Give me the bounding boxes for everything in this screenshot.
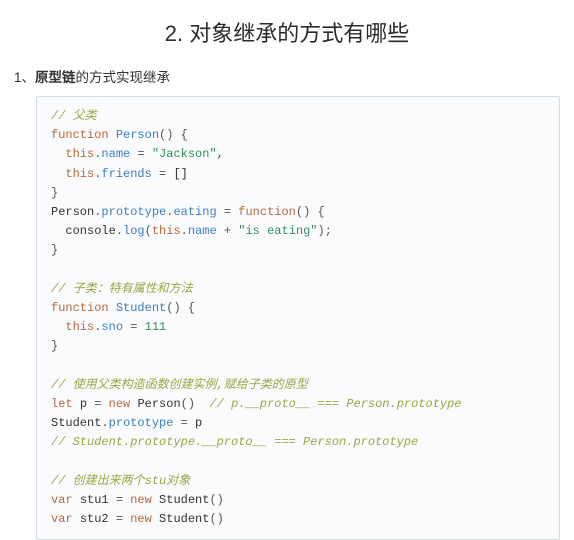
- code-keyword: function: [51, 128, 109, 142]
- code-block: // 父类 function Person() { this.name = "J…: [36, 96, 560, 540]
- section-index: 1、: [14, 70, 35, 85]
- code-punct: ;: [325, 224, 332, 238]
- page: 2. 对象继承的方式有哪些 1、原型链的方式实现继承 // 父类 functio…: [0, 0, 574, 540]
- code-ident: log: [123, 224, 145, 238]
- code-ident: prototype: [109, 416, 174, 430]
- code-keyword: this: [65, 167, 94, 181]
- code-ident: p: [195, 416, 202, 430]
- code-keyword: new: [130, 512, 152, 526]
- code-ident: friends: [101, 167, 151, 181]
- code-ident: Person: [137, 397, 180, 411]
- code-keyword: let: [51, 397, 73, 411]
- code-punct: (: [145, 224, 152, 238]
- code-punct: ): [173, 301, 180, 315]
- code-op: =: [173, 416, 195, 430]
- code-punct: ): [166, 128, 173, 142]
- section-heading: 1、原型链的方式实现继承: [14, 66, 560, 86]
- code-content: // 父类 function Person() { this.name = "J…: [51, 107, 545, 529]
- code-punct: ): [217, 512, 224, 526]
- code-punct: .: [181, 224, 188, 238]
- code-op: +: [217, 224, 239, 238]
- code-ident: Student: [51, 416, 101, 430]
- code-punct: .: [101, 416, 108, 430]
- code-punct: {: [188, 301, 195, 315]
- code-op: =: [123, 320, 145, 334]
- code-keyword: var: [51, 512, 73, 526]
- code-punct: }: [51, 243, 58, 257]
- code-number: 111: [145, 320, 167, 334]
- code-ident: eating: [173, 205, 216, 219]
- code-punct: {: [181, 128, 188, 142]
- code-punct: .: [116, 224, 123, 238]
- code-punct: (: [296, 205, 303, 219]
- code-op: =: [217, 205, 239, 219]
- code-ident: name: [188, 224, 217, 238]
- code-comment: // 使用父类构造函数创建实例,赋给子类的原型: [51, 378, 308, 392]
- code-op: =: [130, 147, 152, 161]
- code-ident: p: [80, 397, 87, 411]
- page-title: 2. 对象继承的方式有哪些: [14, 16, 560, 48]
- code-keyword: new: [109, 397, 131, 411]
- code-keyword: this: [65, 320, 94, 334]
- code-ident: Person: [51, 205, 94, 219]
- code-literal: []: [173, 167, 187, 181]
- code-string: "is eating": [238, 224, 317, 238]
- code-comment: // p.__proto__ === Person.prototype: [209, 397, 461, 411]
- code-ident: prototype: [101, 205, 166, 219]
- code-ident: sno: [101, 320, 123, 334]
- code-punct: }: [51, 186, 58, 200]
- code-punct: ): [303, 205, 310, 219]
- code-op: =: [109, 512, 131, 526]
- code-fn-name: Student: [116, 301, 166, 315]
- code-keyword: this: [65, 147, 94, 161]
- code-keyword: this: [152, 224, 181, 238]
- code-op: =: [87, 397, 109, 411]
- code-op: =: [152, 167, 174, 181]
- code-ident: name: [101, 147, 130, 161]
- section-suffix: 的方式实现继承: [76, 70, 171, 85]
- code-keyword: function: [238, 205, 296, 219]
- code-punct: ): [188, 397, 195, 411]
- code-ident: stu2: [80, 512, 109, 526]
- code-keyword: function: [51, 301, 109, 315]
- code-ident: Student: [159, 512, 209, 526]
- code-punct: ,: [217, 147, 224, 161]
- code-punct: (: [209, 512, 216, 526]
- code-comment: // 父类: [51, 109, 97, 123]
- code-ident: console: [65, 224, 115, 238]
- code-fn-name: Person: [116, 128, 159, 142]
- code-punct: }: [51, 339, 58, 353]
- code-punct: (: [181, 397, 188, 411]
- code-comment: // 创建出来两个stu对象: [51, 474, 190, 488]
- code-punct: ): [318, 224, 325, 238]
- code-comment: // 子类：特有属性和方法: [51, 282, 193, 296]
- code-string: "Jackson": [152, 147, 217, 161]
- code-punct: {: [317, 205, 324, 219]
- code-comment: // Student.prototype.__proto__ === Perso…: [51, 435, 418, 449]
- section-bold: 原型链: [35, 70, 76, 85]
